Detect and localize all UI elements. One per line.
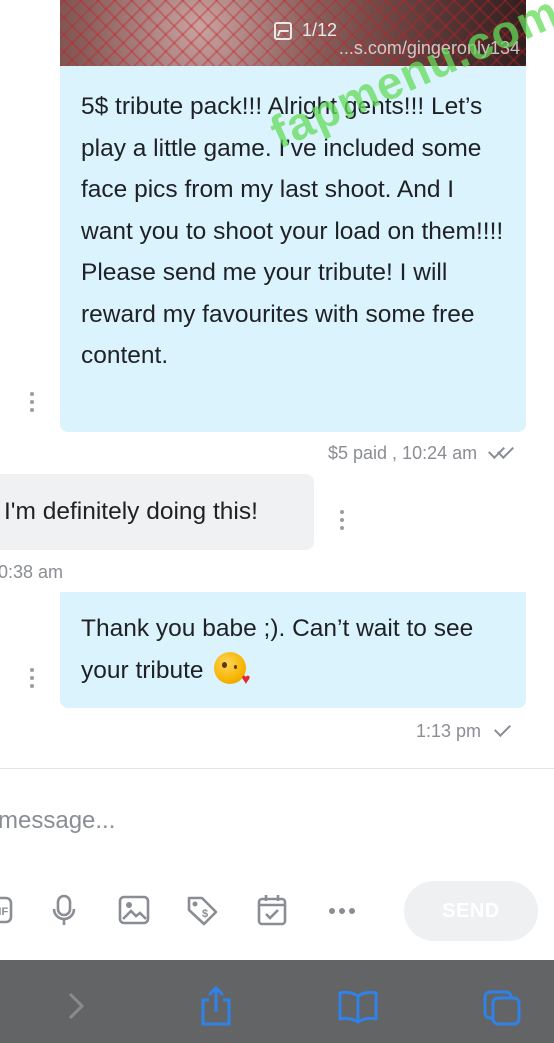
microphone-icon[interactable] (48, 893, 80, 927)
media-counter-label: 1/12 (302, 20, 338, 40)
send-button[interactable]: SEND (404, 881, 538, 941)
message-text-body: Thank you babe ;). Can’t wait to see you… (81, 615, 474, 684)
kissing-face-emoji-icon (214, 651, 250, 687)
message-meta: $5 paid , 10:24 am (328, 442, 516, 464)
message-meta: 0:38 am (0, 562, 64, 582)
svg-text:$: $ (202, 908, 208, 920)
forward-arrow-icon[interactable] (58, 984, 98, 1028)
media-preview[interactable]: 1/12 ...s.com/gingeronly134 (60, 0, 526, 66)
message-text: Thank you babe ;). Can’t wait to see you… (81, 608, 511, 691)
message-input[interactable] (0, 800, 500, 842)
double-check-icon (488, 442, 516, 460)
media-counter: 1/12 (274, 20, 337, 41)
share-icon[interactable] (196, 984, 236, 1028)
gif-icon[interactable]: GIF (0, 893, 16, 927)
message-text: I'm definitely doing this! (4, 498, 258, 525)
message-meta: 1:13 pm (416, 720, 512, 742)
media-url-watermark: ...s.com/gingeronly134 (338, 38, 520, 58)
more-icon[interactable] (326, 893, 358, 927)
single-check-icon (492, 720, 512, 738)
message-options-icon[interactable] (340, 510, 344, 530)
price-tag-icon[interactable]: $ (186, 893, 218, 927)
message-bubble-outgoing[interactable]: Thank you babe ;). Can’t wait to see you… (60, 592, 526, 708)
message-meta-text: 1:13 pm (416, 721, 482, 741)
message-text: 5$ tribute pack!!! Alright gents!!! Let’… (81, 93, 504, 369)
bookmarks-icon[interactable] (338, 984, 378, 1028)
calendar-icon[interactable] (256, 893, 288, 927)
svg-text:GIF: GIF (0, 906, 8, 918)
image-icon (274, 21, 292, 40)
message-bubble-outgoing[interactable]: 5$ tribute pack!!! Alright gents!!! Let’… (60, 66, 526, 432)
tabs-icon[interactable] (482, 984, 522, 1028)
image-icon[interactable] (118, 893, 150, 927)
message-bubble-incoming[interactable]: I'm definitely doing this! (0, 474, 314, 550)
message-meta-text: $5 paid , 10:24 am (328, 443, 478, 463)
message-options-icon[interactable] (30, 668, 34, 688)
composer-divider (0, 768, 554, 769)
message-options-icon[interactable] (30, 392, 34, 412)
